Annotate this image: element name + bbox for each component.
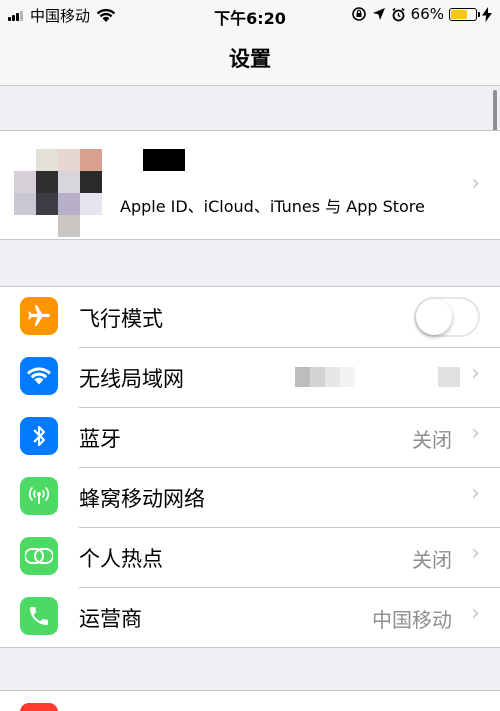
carrier-label: 运营商 (79, 607, 142, 631)
chevron-right-icon: › (471, 601, 480, 626)
airplane-toggle[interactable] (414, 297, 480, 337)
phone-icon (20, 597, 58, 635)
battery-fill (451, 9, 467, 19)
chevron-right-icon: › (471, 481, 480, 506)
bluetooth-label: 蓝牙 (79, 427, 121, 451)
navigation-bar: 设置 (0, 30, 500, 86)
next-settings-group (0, 690, 500, 711)
settings-row-bluetooth[interactable]: 蓝牙 关闭 › (0, 407, 500, 467)
settings-group: 飞行模式 无线局域网 › 蓝牙 关闭 › 蜂窝移动网络 › 个人热点 关闭 › … (0, 286, 500, 648)
airplane-icon (20, 297, 58, 335)
hotspot-label: 个人热点 (79, 547, 163, 571)
hotspot-status: 关闭 (412, 548, 452, 572)
alarm-icon (392, 7, 405, 21)
settings-row-hotspot[interactable]: 个人热点 关闭 › (0, 527, 500, 587)
status-right: 66% (351, 5, 492, 23)
charging-icon (482, 6, 492, 22)
redacted-network-name (295, 367, 355, 387)
settings-row-wifi[interactable]: 无线局域网 › (0, 347, 500, 407)
bluetooth-icon (20, 417, 58, 455)
toggle-knob (416, 299, 452, 335)
apple-id-subtitle: Apple ID、iCloud、iTunes 与 App Store (120, 197, 425, 216)
chevron-right-icon: › (471, 541, 480, 566)
redacted-name (143, 149, 185, 171)
settings-row-airplane[interactable]: 飞行模式 (0, 287, 500, 347)
location-icon (372, 8, 385, 20)
orientation-lock-icon (351, 7, 366, 21)
apple-id-cell[interactable]: Apple ID、iCloud、iTunes 与 App Store › (0, 130, 500, 240)
redacted-block (438, 367, 460, 387)
hotspot-icon (20, 537, 58, 575)
chevron-right-icon: › (471, 421, 480, 446)
carrier-value: 中国移动 (372, 608, 452, 632)
status-bar: 中国移动 下午6:20 66% (0, 0, 500, 30)
cellular-label: 蜂窝移动网络 (79, 487, 205, 511)
battery-icon (449, 7, 480, 21)
chevron-right-icon: › (471, 171, 480, 196)
notifications-icon (20, 703, 58, 711)
avatar (14, 149, 102, 237)
airplane-label: 飞行模式 (79, 307, 163, 331)
settings-row-cellular[interactable]: 蜂窝移动网络 › (0, 467, 500, 527)
bluetooth-status: 关闭 (412, 428, 452, 452)
page-title: 设置 (229, 47, 271, 71)
settings-row-carrier[interactable]: 运营商 中国移动 › (0, 587, 500, 647)
cellular-icon (20, 477, 58, 515)
chevron-right-icon: › (471, 361, 480, 386)
wifi-label: 无线局域网 (79, 367, 184, 391)
battery-percent: 66% (410, 5, 444, 23)
wifi-icon (20, 357, 58, 395)
